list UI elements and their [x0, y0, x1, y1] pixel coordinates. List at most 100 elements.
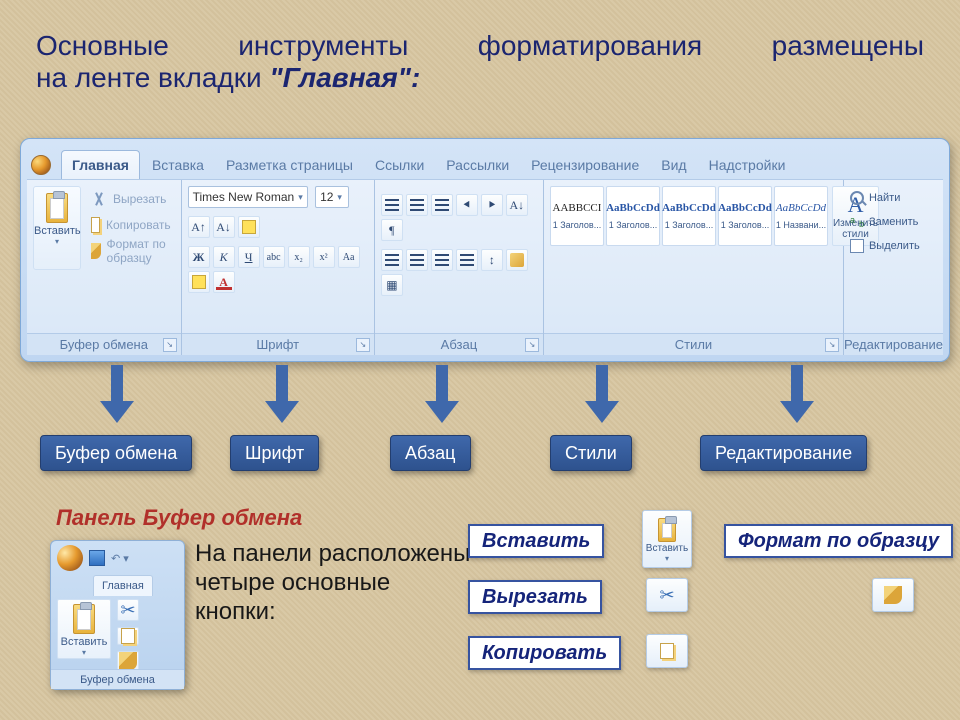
- bold-button[interactable]: Ж: [188, 246, 210, 268]
- styles-launcher[interactable]: ↘: [825, 338, 839, 352]
- bullets-icon: [385, 199, 399, 211]
- shading-icon: [510, 253, 524, 267]
- highlight-icon: [192, 275, 206, 289]
- borders-button[interactable]: ▦: [381, 274, 403, 296]
- align-left-button[interactable]: [381, 249, 403, 271]
- underline-button[interactable]: Ч: [238, 246, 260, 268]
- mini-copy-button[interactable]: [117, 627, 139, 645]
- replace-icon: [850, 215, 864, 229]
- numbering-icon: [410, 199, 424, 211]
- justify-icon: [460, 254, 474, 266]
- arrows-row: [20, 365, 950, 435]
- mini-paste-button[interactable]: Вставить ▾: [57, 599, 111, 659]
- font-color-button[interactable]: A: [213, 271, 235, 293]
- arrow-font: [265, 365, 299, 421]
- ribbon-tabs: Главная Вставка Разметка страницы Ссылки…: [21, 139, 949, 179]
- scissors-icon: [91, 191, 107, 207]
- standalone-format-painter-button[interactable]: [872, 578, 914, 612]
- paragraph-launcher[interactable]: ↘: [525, 338, 539, 352]
- label-paste: Вставить: [468, 524, 604, 558]
- mini-cut-button[interactable]: ✂: [117, 599, 139, 621]
- align-right-button[interactable]: [431, 249, 453, 271]
- find-button[interactable]: Найти: [850, 186, 937, 210]
- format-painter-button[interactable]: Формат по образцу: [87, 238, 175, 264]
- italic-button[interactable]: К: [213, 246, 235, 268]
- clear-format-button[interactable]: [238, 216, 260, 238]
- cut-button[interactable]: Вырезать: [87, 186, 175, 212]
- subscript-button[interactable]: x₂: [288, 246, 310, 268]
- replace-button[interactable]: Заменить: [850, 210, 937, 234]
- font-size-combo[interactable]: 12▾: [315, 186, 349, 208]
- tab-page-layout[interactable]: Разметка страницы: [216, 151, 363, 179]
- office-button-icon[interactable]: [31, 155, 51, 175]
- style-tile-3[interactable]: AaBbCcDd1 Заголов...: [662, 186, 716, 246]
- align-center-button[interactable]: [406, 249, 428, 271]
- indent-inc-button[interactable]: ⯈: [481, 194, 503, 216]
- copy-button[interactable]: Копировать: [87, 212, 175, 238]
- find-icon: [850, 191, 864, 205]
- multilevel-button[interactable]: [431, 194, 453, 216]
- mini-format-painter-button[interactable]: [117, 651, 139, 671]
- select-button[interactable]: Выделить: [850, 234, 937, 258]
- callouts-row: Буфер обмена Шрифт Абзац Стили Редактиро…: [20, 435, 950, 485]
- style-tile-2[interactable]: AaBbCcDd1 Заголов...: [606, 186, 660, 246]
- style-tile-1[interactable]: AABBCCI1 Заголов...: [550, 186, 604, 246]
- styles-gallery[interactable]: AABBCCI1 Заголов... AaBbCcDd1 Заголов...…: [550, 186, 828, 246]
- align-center-icon: [410, 254, 424, 266]
- grow-font-button[interactable]: A↑: [188, 216, 210, 238]
- arrow-editing: [780, 365, 814, 421]
- mini-ribbon: ↶ ▾ Главная Вставить ▾ ✂ Буфер обмена: [50, 540, 185, 690]
- standalone-cut-button[interactable]: ✂: [646, 578, 688, 612]
- callout-styles: Стили: [550, 435, 632, 471]
- label-copy: Копировать: [468, 636, 621, 670]
- tab-mailings[interactable]: Рассылки: [436, 151, 519, 179]
- superscript-button[interactable]: x²: [313, 246, 335, 268]
- style-tile-5[interactable]: AaBbCcDd1 Названи...: [774, 186, 828, 246]
- mini-paste-label: Вставить: [58, 636, 110, 648]
- panel-clipboard-title: Панель Буфер обмена: [56, 505, 302, 531]
- highlight-button[interactable]: [188, 271, 210, 293]
- standalone-scissors-icon: ✂: [659, 585, 674, 606]
- ribbon-groups: Вставить ▾ Вырезать Копировать Формат по…: [27, 179, 943, 355]
- mini-save-icon[interactable]: [89, 550, 105, 566]
- tab-review[interactable]: Рецензирование: [521, 151, 649, 179]
- standalone-copy-button[interactable]: [646, 634, 688, 668]
- font-launcher[interactable]: ↘: [356, 338, 370, 352]
- tab-home[interactable]: Главная: [61, 150, 140, 179]
- heading-line1: Основные инструменты форматирования разм…: [36, 30, 924, 62]
- line-spacing-button[interactable]: ↕: [481, 249, 503, 271]
- strike-button[interactable]: abc: [263, 246, 285, 268]
- shading-button[interactable]: [506, 249, 528, 271]
- shrink-font-button[interactable]: A↓: [213, 216, 235, 238]
- standalone-paste-button[interactable]: Вставить ▾: [642, 510, 692, 568]
- justify-button[interactable]: [456, 249, 478, 271]
- tab-insert[interactable]: Вставка: [142, 151, 214, 179]
- pilcrow-button[interactable]: ¶: [381, 219, 403, 241]
- panel-description: На панели расположены четыре основные кн…: [195, 540, 475, 626]
- group-paragraph: ⯇ ⯈ A↓ ¶ ↕ ▦ Абзац↘: [375, 180, 544, 355]
- eraser-icon: [242, 220, 256, 234]
- arrow-paragraph: [425, 365, 459, 421]
- sort-button[interactable]: A↓: [506, 194, 528, 216]
- numbering-button[interactable]: [406, 194, 428, 216]
- mini-group-label: Буфер обмена: [51, 669, 184, 689]
- standalone-clipboard-icon: [658, 518, 676, 542]
- tab-view[interactable]: Вид: [651, 151, 696, 179]
- tab-addins[interactable]: Надстройки: [699, 151, 796, 179]
- callout-clipboard: Буфер обмена: [40, 435, 192, 471]
- slide-heading: Основные инструменты форматирования разм…: [36, 30, 924, 94]
- mini-tab-home[interactable]: Главная: [93, 575, 153, 596]
- change-case-button[interactable]: Aa: [338, 246, 360, 268]
- bullets-button[interactable]: [381, 194, 403, 216]
- align-right-icon: [435, 254, 449, 266]
- paste-button[interactable]: Вставить ▾: [33, 186, 81, 270]
- group-styles: AABBCCI1 Заголов... AaBbCcDd1 Заголов...…: [544, 180, 844, 355]
- style-tile-4[interactable]: AaBbCcDd1 Заголов...: [718, 186, 772, 246]
- tab-references[interactable]: Ссылки: [365, 151, 434, 179]
- indent-dec-button[interactable]: ⯇: [456, 194, 478, 216]
- font-name-combo[interactable]: Times New Roman▾: [188, 186, 308, 208]
- clipboard-launcher[interactable]: ↘: [163, 338, 177, 352]
- callout-editing: Редактирование: [700, 435, 867, 471]
- mini-office-button-icon[interactable]: [57, 545, 83, 571]
- heading-accent: "Главная":: [269, 62, 420, 93]
